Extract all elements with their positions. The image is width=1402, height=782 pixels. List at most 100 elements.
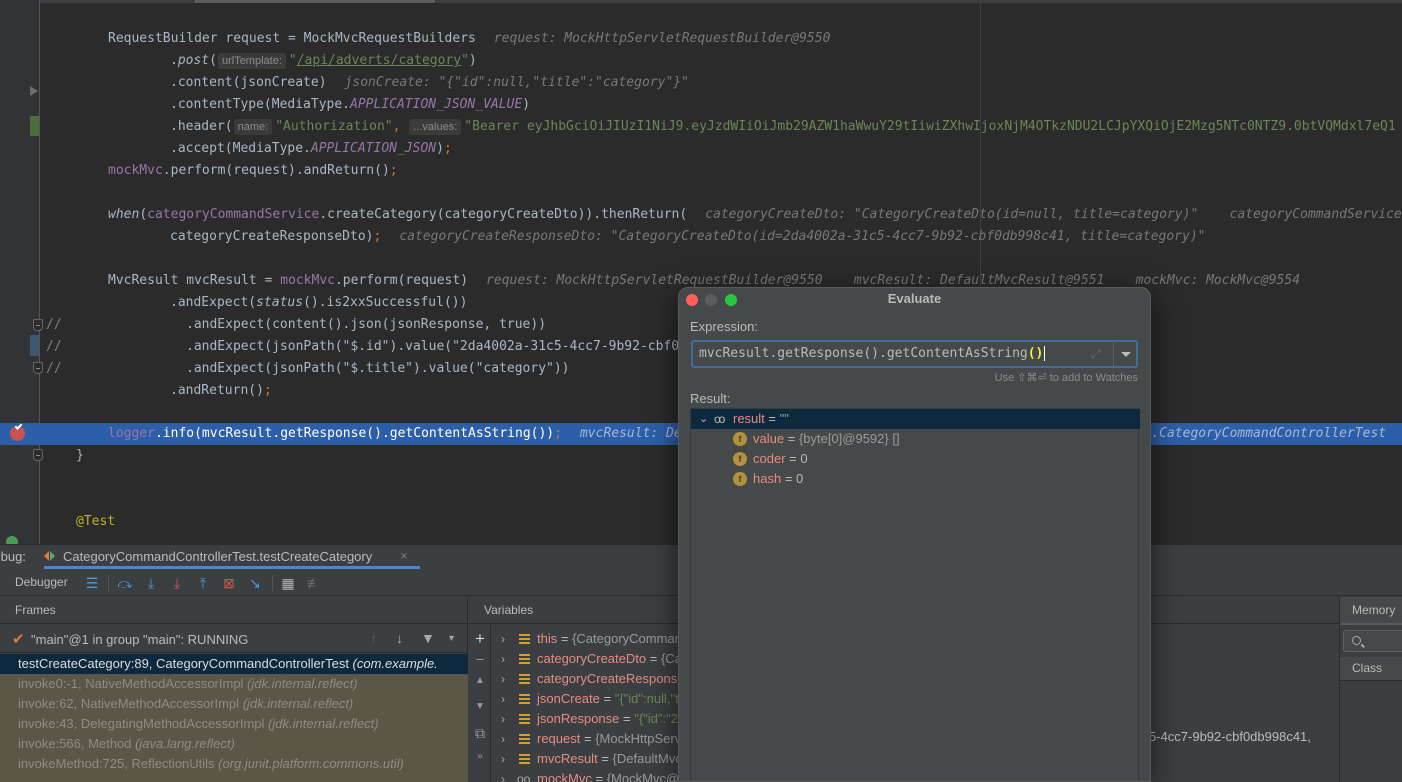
variable-icon	[519, 734, 530, 744]
show-execution-point-button[interactable]: ☰	[83, 574, 101, 592]
code-line[interactable]: .post(urlTemplate: "/api/adverts/category…	[0, 50, 1402, 72]
evaluate-dialog: Evaluate Expression: mvcResult.getRespon…	[678, 287, 1151, 782]
vcs-added-marker[interactable]	[30, 116, 39, 136]
result-field-row[interactable]: f value = {byte[0]@9592} []	[691, 429, 1140, 449]
code-line[interactable]: categoryCreateResponseDto); categoryCreat…	[0, 226, 1402, 248]
code-line[interactable]: .contentType(MediaType.APPLICATION_JSON_…	[0, 94, 1402, 116]
remove-watch-icon[interactable]: −	[473, 651, 487, 667]
trace-stream-button[interactable]: ≢	[305, 574, 323, 592]
code-text: .header(name: "Authorization", ...values:…	[170, 116, 1396, 138]
inline-debug-value: jsonCreate: "{"id":null,"title":"categor…	[344, 75, 689, 90]
variable-name: request	[537, 731, 581, 746]
chevron-right-icon[interactable]: ›	[501, 729, 505, 749]
chevron-right-icon[interactable]: ›	[501, 769, 505, 782]
frame-method: invoke:566, Method	[18, 736, 136, 751]
code-line[interactable]: when(categoryCommandService.createCatego…	[0, 204, 1402, 226]
watch-glasses-icon: oo	[714, 412, 725, 426]
thread-selector[interactable]: ✔ "main"@1 in group "main": RUNNING ↑ ↓ …	[0, 625, 468, 653]
variables-side-toolbar: + − ▲ ▼ ⧉ »	[469, 625, 491, 782]
run-to-cursor-button[interactable]: ↘	[246, 574, 264, 592]
stack-frame[interactable]: invoke:566, Method (java.lang.reflect)	[0, 734, 468, 754]
stack-frame[interactable]: invoke:62, NativeMethodAccessorImpl (jdk…	[0, 694, 468, 714]
watch-glasses-icon: oo	[517, 772, 531, 782]
code-token: .andExpect(jsonPath("$.title").value("ca…	[186, 361, 570, 376]
fold-icon[interactable]	[33, 362, 43, 374]
code-token: (	[209, 53, 217, 68]
code-token: MvcResult mvcResult =	[108, 273, 281, 288]
code-token: .contentType(MediaType.	[170, 97, 351, 112]
debugger-tab[interactable]: Debugger	[15, 575, 68, 589]
result-tree[interactable]: ⌄ oo result = "" f value = {byte[0]@9592}…	[690, 408, 1140, 781]
run-gutter-arrow-icon[interactable]	[30, 86, 38, 96]
step-into-button[interactable]: ⤓	[142, 574, 160, 592]
field-icon: f	[733, 432, 747, 446]
expression-input[interactable]: mvcResult.getResponse().getContentAsStri…	[691, 340, 1138, 368]
expand-editor-icon[interactable]: ⤢	[1091, 347, 1101, 362]
thread-label: "main"@1 in group "main": RUNNING	[31, 632, 249, 647]
step-out-button[interactable]: ⤒	[194, 574, 212, 592]
chevron-right-icon[interactable]: ›	[501, 669, 505, 689]
chevron-down-icon[interactable]: ⌄	[699, 409, 708, 429]
move-up-icon[interactable]: ▲	[473, 675, 487, 686]
memory-search-input[interactable]	[1343, 630, 1402, 652]
stack-frame[interactable]: invoke0:-1, NativeMethodAccessorImpl (jd…	[0, 674, 468, 694]
filter-icon[interactable]: ▼	[421, 630, 435, 646]
result-root-row[interactable]: ⌄ oo result = ""	[691, 409, 1140, 429]
variable-name: this	[537, 631, 558, 646]
stack-frame[interactable]: invokeMethod:725, ReflectionUtils (org.j…	[0, 754, 468, 774]
frames-header: Frames	[0, 597, 467, 624]
frame-package: (jdk.internal.reflect)	[268, 716, 379, 731]
line-comment-marker: //	[46, 317, 62, 332]
result-field-row[interactable]: f hash = 0	[691, 469, 1140, 489]
code-token: ;	[389, 163, 398, 178]
code-line[interactable]: .header(name: "Authorization", ...values:…	[0, 116, 1402, 138]
code-line[interactable]: .accept(MediaType.APPLICATION_JSON);	[0, 138, 1402, 160]
text-caret	[1044, 346, 1046, 361]
duplicate-watch-icon[interactable]: ⧉	[473, 725, 487, 742]
code-token: )	[468, 53, 477, 68]
more-icon[interactable]: »	[473, 751, 487, 762]
memory-tab[interactable]: Memory	[1340, 597, 1402, 625]
stack-frame[interactable]: invoke:43, DelegatingMethodAccessorImpl …	[0, 714, 468, 734]
code-line[interactable]: mockMvc.perform(request).andReturn();	[0, 160, 1402, 182]
add-watch-icon[interactable]: +	[473, 629, 487, 649]
move-down-icon[interactable]: ▼	[473, 701, 487, 712]
chevron-right-icon[interactable]: ›	[501, 709, 505, 729]
debug-session-tab[interactable]: CategoryCommandControllerTest.testCreate…	[44, 545, 420, 569]
stack-frame[interactable]: testCreateCategory:89, CategoryCommandCo…	[0, 654, 468, 674]
memory-class-column-header[interactable]: Class	[1340, 657, 1402, 681]
close-icon[interactable]: ×	[400, 548, 408, 563]
scrollbar-thumb[interactable]	[195, 0, 435, 3]
expression-history-dropdown[interactable]	[1113, 342, 1138, 366]
variables-title: Variables	[484, 603, 534, 617]
fold-icon[interactable]	[33, 449, 43, 461]
frames-list[interactable]: testCreateCategory:89, CategoryCommandCo…	[0, 654, 468, 782]
force-step-into-button[interactable]: ⤓	[168, 574, 186, 592]
field-name: hash	[753, 471, 782, 486]
code-line[interactable]: RequestBuilder request = MockMvcRequestB…	[0, 28, 1402, 50]
code-line[interactable]: .content(jsonCreate) jsonCreate: "{"id":n…	[0, 72, 1402, 94]
arrow-down-icon[interactable]: ↓	[396, 630, 403, 646]
chevron-down-icon[interactable]: ▾	[449, 633, 454, 644]
drop-frame-button[interactable]: ⊠	[220, 574, 238, 592]
code-token: ;	[373, 229, 382, 244]
fold-icon[interactable]	[33, 319, 43, 331]
chevron-right-icon[interactable]: ›	[501, 629, 505, 649]
vcs-modified-marker[interactable]	[30, 335, 39, 356]
breakpoint-icon[interactable]	[10, 422, 25, 441]
dialog-title: Evaluate	[887, 291, 942, 306]
chevron-right-icon[interactable]: ›	[501, 689, 505, 709]
chevron-right-icon[interactable]: ›	[501, 649, 505, 669]
arrow-up-icon[interactable]: ↑	[370, 630, 377, 646]
evaluate-expression-button[interactable]: ▦	[279, 574, 297, 592]
code-token: )	[436, 141, 444, 156]
run-test-icon[interactable]	[6, 536, 18, 544]
editor-horizontal-scrollbar[interactable]	[0, 0, 1402, 3]
step-over-button[interactable]: ⤼	[116, 574, 134, 592]
code-text: .andExpect(content().json(jsonResponse, …	[186, 314, 546, 336]
chevron-right-icon[interactable]: ›	[501, 749, 505, 769]
expression-text: mvcResult.getResponse().getContentAsStri…	[699, 346, 1028, 361]
result-field-row[interactable]: f coder = 0	[691, 449, 1140, 469]
code-token: .andReturn()	[170, 383, 264, 398]
add-to-watches-hint: Use ⇧⌘⏎ to add to Watches	[994, 372, 1138, 384]
